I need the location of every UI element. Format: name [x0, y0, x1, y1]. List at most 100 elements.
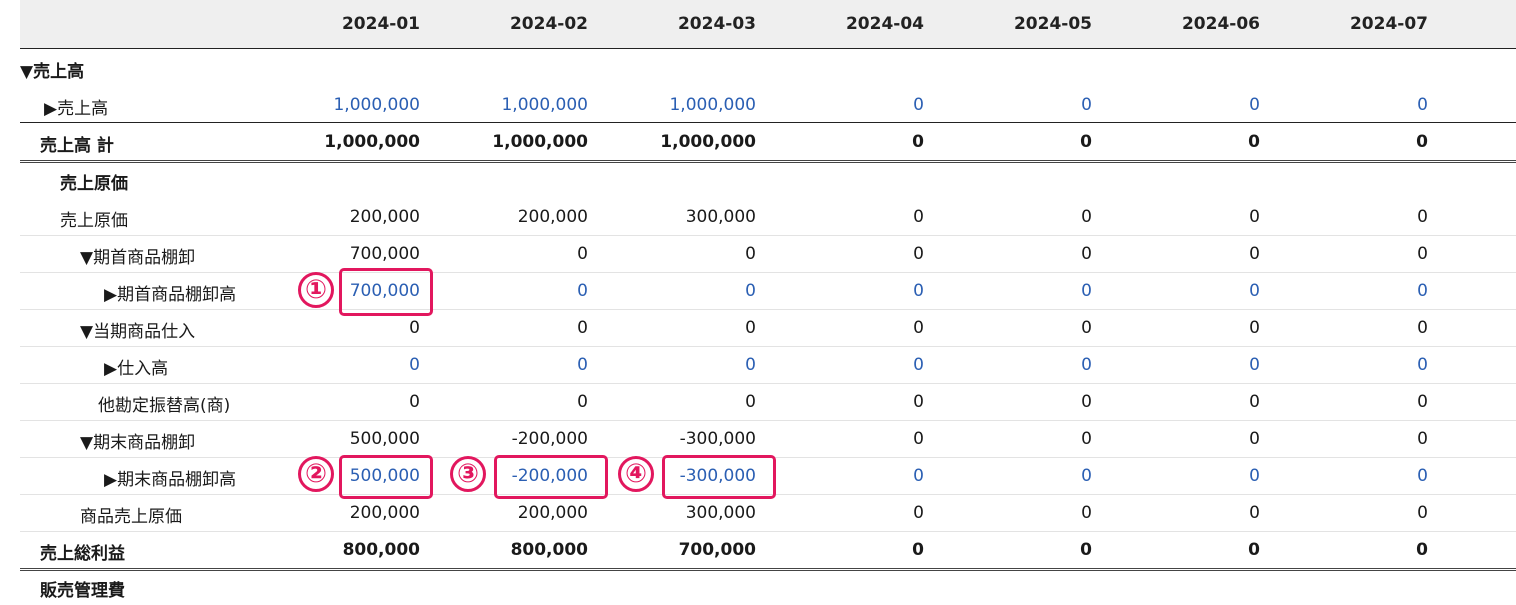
cell-value: 1,000,000	[660, 132, 756, 152]
cell-value: 0	[1416, 540, 1428, 560]
cell-value: 500,000	[349, 429, 420, 449]
cell-value: 0	[577, 244, 588, 264]
table-row: 販売管理費	[20, 568, 1516, 605]
cell-value: 0	[1417, 207, 1428, 227]
cell-value[interactable]: 0	[1298, 355, 1428, 375]
cell-value: 0	[1081, 244, 1092, 264]
cell-value[interactable]: 1,000,000	[626, 95, 756, 115]
table-row: ▼期首商品棚卸 700,000 0 0 0 0 0 0	[20, 235, 1516, 273]
cell-value: 0	[1248, 540, 1260, 560]
cell-value[interactable]: 0	[794, 281, 924, 301]
cell-value[interactable]: 0	[962, 355, 1092, 375]
cell-value[interactable]: 0	[962, 95, 1092, 115]
cell-value: 200,000	[517, 503, 588, 523]
cell-value: 0	[409, 318, 420, 338]
row-label[interactable]: ▶期末商品棚卸高	[104, 465, 236, 490]
row-label[interactable]: ▼期首商品棚卸	[80, 243, 195, 268]
cell-value[interactable]: 0	[794, 466, 924, 486]
cell-value: 0	[1081, 429, 1092, 449]
cell-value: 0	[912, 132, 924, 152]
table-row: 商品売上原価 200,000 200,000 300,000 0 0 0 0	[20, 494, 1516, 532]
row-label: 売上原価	[60, 211, 128, 231]
cell-value[interactable]: 0	[1298, 466, 1428, 486]
row-label[interactable]: ▼売上高	[20, 57, 84, 82]
table-row: ▼期末商品棚卸 500,000 -200,000 -300,000 0 0 0 0	[20, 420, 1516, 458]
highlight-2	[339, 455, 433, 499]
cell-value: 0	[1081, 207, 1092, 227]
cell-value: 0	[913, 318, 924, 338]
cell-value[interactable]: 0	[962, 281, 1092, 301]
cell-value[interactable]: 0	[458, 281, 588, 301]
callout-1-badge: ①	[298, 272, 334, 308]
row-label[interactable]: ▼当期商品仕入	[80, 317, 195, 342]
table-header	[20, 0, 1516, 49]
cell-value[interactable]: 0	[1130, 95, 1260, 115]
table-row: ▼当期商品仕入 0 0 0 0 0 0 0	[20, 309, 1516, 347]
highlight-1	[339, 268, 433, 316]
cell-value: 0	[1080, 132, 1092, 152]
column-header-2024-02: 2024-02	[509, 14, 588, 34]
cell-value: 0	[745, 244, 756, 264]
column-header-2024-06: 2024-06	[1181, 14, 1260, 34]
cell-value: 1,000,000	[492, 132, 588, 152]
table-row: ▶売上高 1,000,000 1,000,000 1,000,000 0 0 0 0	[20, 86, 1516, 123]
table-row: 売上高 計 1,000,000 1,000,000 1,000,000 0 0 0 0	[20, 122, 1516, 163]
cell-value: 0	[1417, 244, 1428, 264]
cell-value: 0	[1249, 392, 1260, 412]
cell-value[interactable]: 0	[962, 466, 1092, 486]
cell-value[interactable]: 1,000,000	[290, 95, 420, 115]
cell-value[interactable]: 0	[794, 355, 924, 375]
table-row: ▼売上高	[20, 49, 1516, 86]
table-row: ▶期首商品棚卸高 700,000 0 0 0 0 0 0	[20, 272, 1516, 310]
row-label[interactable]: ▶期首商品棚卸高	[104, 280, 236, 305]
column-header-2024-07: 2024-07	[1349, 14, 1428, 34]
cell-value: 0	[1417, 429, 1428, 449]
cell-value[interactable]: 1,000,000	[458, 95, 588, 115]
cell-value: 0	[1249, 503, 1260, 523]
row-label[interactable]: ▶売上高	[44, 94, 108, 119]
cell-value: 1,000,000	[324, 132, 420, 152]
column-header-2024-05: 2024-05	[1013, 14, 1092, 34]
row-label[interactable]: ▼期末商品棚卸	[80, 428, 195, 453]
row-label: 商品売上原価	[80, 507, 182, 527]
cell-value: 0	[577, 318, 588, 338]
cell-value[interactable]: 0	[626, 355, 756, 375]
cell-value: 0	[913, 244, 924, 264]
cell-value: 200,000	[517, 207, 588, 227]
row-label: 売上原価	[60, 174, 128, 194]
cell-value[interactable]: 0	[1298, 281, 1428, 301]
cell-value: 0	[913, 392, 924, 412]
cell-value: 800,000	[510, 540, 588, 560]
cell-value: 0	[1248, 132, 1260, 152]
column-header-2024-04: 2024-04	[845, 14, 924, 34]
cell-value[interactable]: 0	[626, 281, 756, 301]
cell-value[interactable]: 0	[794, 95, 924, 115]
cell-value: 300,000	[685, 503, 756, 523]
table-row: 他勘定振替高(商) 0 0 0 0 0 0 0	[20, 383, 1516, 421]
cell-value[interactable]: 0	[1298, 95, 1428, 115]
cell-value[interactable]: 0	[1130, 466, 1260, 486]
row-label: 他勘定振替高(商)	[98, 396, 231, 416]
cell-value[interactable]: 0	[1130, 281, 1260, 301]
cell-value: 0	[1081, 503, 1092, 523]
cell-value: 700,000	[678, 540, 756, 560]
cell-value: -200,000	[511, 429, 588, 449]
cell-value: 300,000	[685, 207, 756, 227]
cell-value: 0	[577, 392, 588, 412]
cell-value: 200,000	[349, 207, 420, 227]
cell-value: 700,000	[349, 244, 420, 264]
cell-value: 0	[409, 392, 420, 412]
table-row: 売上総利益 800,000 800,000 700,000 0 0 0 0	[20, 531, 1516, 571]
cell-value[interactable]: 0	[458, 355, 588, 375]
cell-value: 0	[1417, 392, 1428, 412]
cell-value[interactable]: 0	[1130, 355, 1260, 375]
table-row: 売上原価 200,000 200,000 300,000 0 0 0 0	[20, 198, 1516, 236]
cell-value[interactable]: 0	[290, 355, 420, 375]
cell-value: 0	[745, 318, 756, 338]
cell-value: 0	[913, 503, 924, 523]
cell-value: 0	[1081, 392, 1092, 412]
row-label[interactable]: ▶仕入高	[104, 354, 168, 379]
column-header-2024-01: 2024-01	[341, 14, 420, 34]
cell-value: 0	[745, 392, 756, 412]
cell-value: 0	[913, 429, 924, 449]
